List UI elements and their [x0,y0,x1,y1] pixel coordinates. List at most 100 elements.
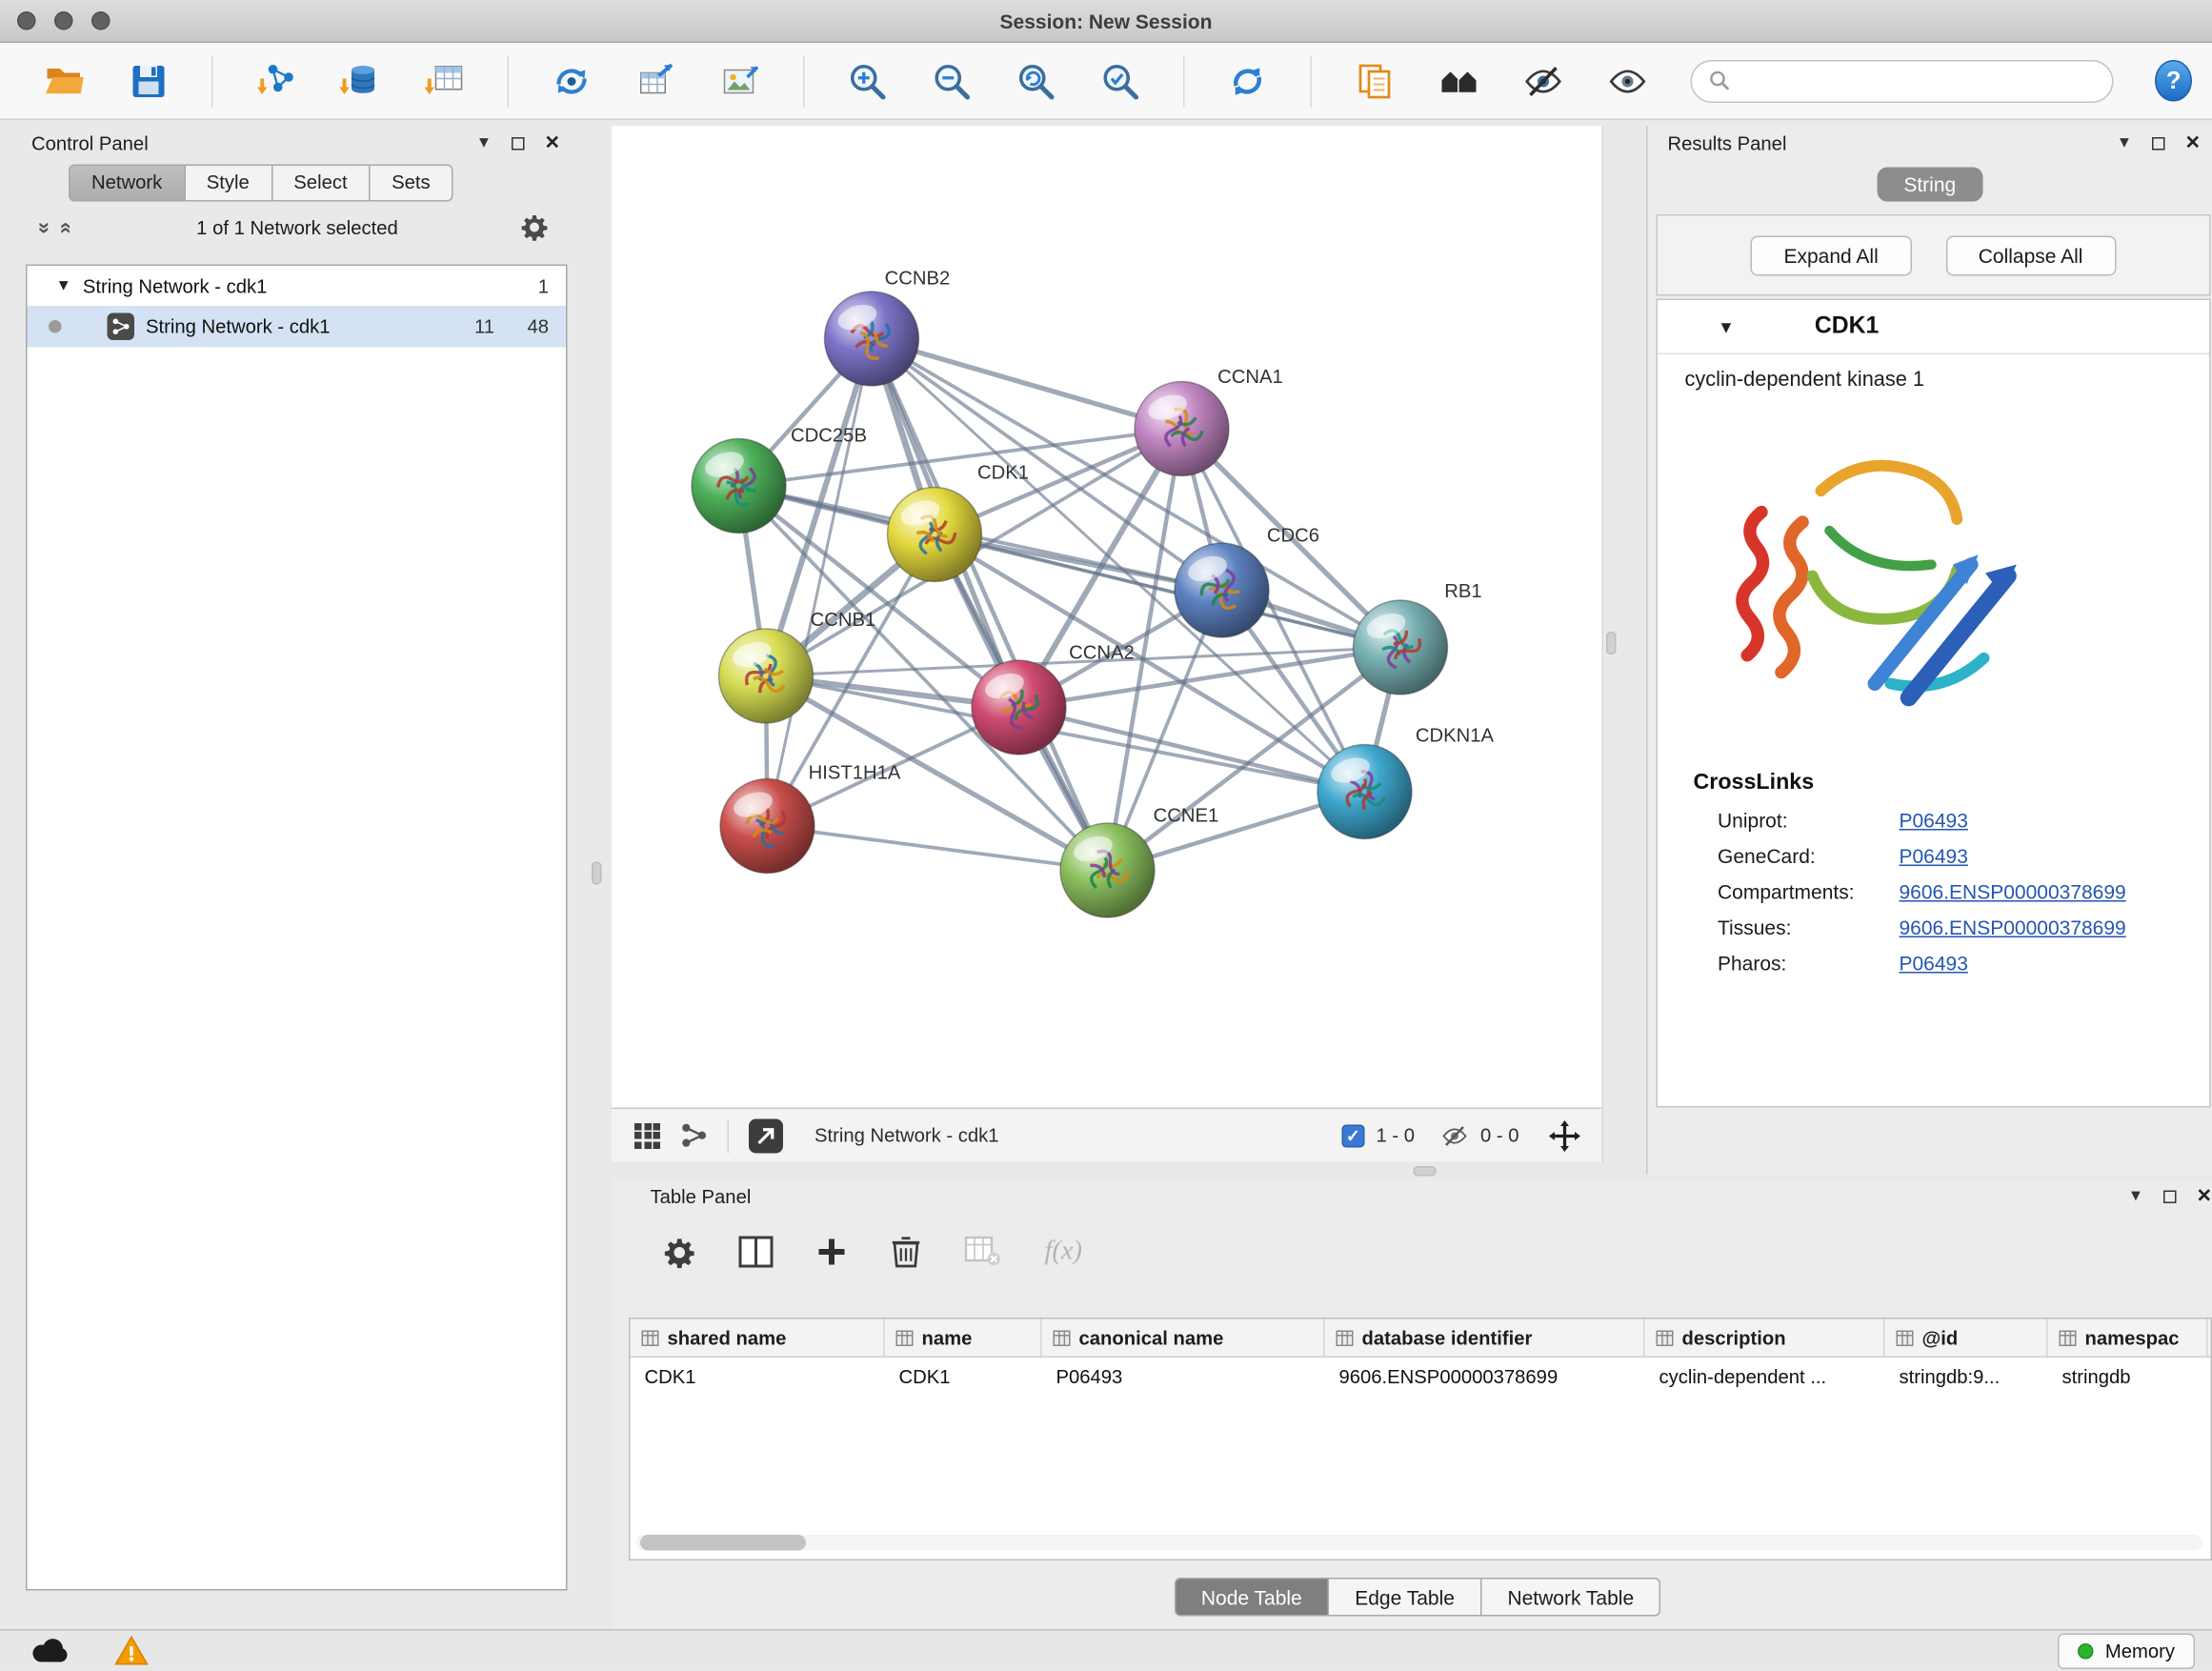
maximize-panel-icon[interactable] [2152,136,2165,150]
splitter-handle[interactable] [1606,632,1617,654]
network-node-ccnb1[interactable] [719,629,814,723]
network-node-ccnb2[interactable] [825,292,919,386]
network-node-ccne1[interactable] [1060,823,1155,917]
copy-button[interactable] [1354,59,1397,102]
network-node-cdc6[interactable] [1175,543,1269,637]
collapse-section-icon[interactable]: ▼ [1718,316,1735,336]
zoom-out-button[interactable] [931,59,974,102]
collapse-arrow-icon[interactable]: ▼ [56,277,71,294]
show-graphics-details-button[interactable] [1606,59,1649,102]
network-collection-row[interactable]: ▼ String Network - cdk1 1 [28,266,567,306]
help-button[interactable]: ? [2155,60,2192,102]
tab-edge-table[interactable]: Edge Table [1329,1578,1481,1617]
search-input[interactable] [1740,70,2095,92]
gene-header[interactable]: ▼ CDK1 [1658,300,2209,354]
selected-checkbox-icon[interactable]: ✓ [1341,1124,1364,1147]
import-network-file-button[interactable] [254,59,297,102]
scrollbar-thumb[interactable] [640,1535,806,1551]
zoom-window-button[interactable] [91,11,111,30]
fit-content-button[interactable] [1015,59,1057,102]
open-in-new-window-icon[interactable] [749,1118,783,1153]
column-header-description[interactable]: description [1645,1319,1885,1357]
edge-count: 48 [506,316,549,338]
zoom-selected-button[interactable] [1099,59,1142,102]
column-header-database-identifier[interactable]: database identifier [1325,1319,1645,1357]
column-header-namespac[interactable]: namespac [2048,1319,2208,1357]
save-session-button[interactable] [128,59,171,102]
delete-column-icon[interactable] [891,1235,922,1269]
column-header--id[interactable]: @id [1885,1319,2048,1357]
network-node-hist1h1a[interactable] [720,779,814,874]
search-box[interactable] [1691,59,2114,102]
crosslink-link[interactable]: 9606.ENSP00000378699 [1900,880,2126,903]
minimize-window-button[interactable] [54,11,73,30]
network-node-rb1[interactable] [1354,600,1448,695]
crosslink-link[interactable]: P06493 [1900,809,1968,832]
close-panel-icon[interactable]: ✕ [545,131,560,154]
splitter-handle[interactable] [592,862,602,885]
close-window-button[interactable] [17,11,36,30]
birds-eye-view-icon[interactable] [634,1122,660,1148]
column-header-name[interactable]: name [885,1319,1042,1357]
network-view[interactable]: CCNB2CCNA1CDC25BCDK1CDC6RB1CCNB1CCNA2CDK… [612,126,1603,1108]
application-window: Session: New Session ? Control [0,0,2212,1671]
float-panel-icon[interactable]: ▼ [2117,134,2132,151]
maximize-panel-icon[interactable] [512,136,525,150]
options-gear-icon[interactable] [520,213,549,242]
import-network-database-button[interactable] [339,59,382,102]
share-network-icon[interactable] [680,1122,708,1150]
network-canvas[interactable]: CCNB2CCNA1CDC25BCDK1CDC6RB1CCNB1CCNA2CDK… [612,126,1603,1108]
import-table-file-button[interactable] [423,59,466,102]
export-image-button[interactable] [719,59,762,102]
close-panel-icon[interactable]: ✕ [2197,1185,2212,1208]
tab-string[interactable]: String [1877,168,1983,202]
table-options-gear-icon[interactable] [663,1236,696,1269]
show-columns-icon[interactable] [739,1237,774,1268]
collapse-all-icon[interactable]: » [52,217,77,237]
maximize-panel-icon[interactable] [2163,1190,2177,1203]
network-node-cdk1[interactable] [888,488,982,582]
tab-node-table[interactable]: Node Table [1174,1578,1329,1617]
column-header-shared-name[interactable]: shared name [631,1319,885,1357]
hide-graphics-details-button[interactable] [1522,59,1565,102]
float-panel-icon[interactable]: ▼ [2128,1188,2143,1205]
table-cell: CDK1 [631,1358,885,1395]
network-node-ccna2[interactable] [972,660,1066,755]
network-node-cdc25b[interactable] [692,439,786,534]
add-column-icon[interactable] [816,1237,848,1268]
crosslink-link[interactable]: 9606.ENSP00000378699 [1900,916,2126,939]
crosslink-link[interactable]: P06493 [1900,845,1968,868]
collapse-all-button[interactable]: Collapse All [1945,235,2116,275]
expand-all-button[interactable]: Expand All [1751,235,1911,275]
open-session-button[interactable] [43,59,86,102]
warning-icon[interactable] [114,1635,149,1666]
float-panel-icon[interactable]: ▼ [476,134,492,151]
tab-style[interactable]: Style [185,165,272,202]
crosslink-link[interactable]: P06493 [1900,952,1968,975]
table-row[interactable]: CDK1CDK1P064939606.ENSP00000378699cyclin… [631,1358,2211,1395]
network-node-cdkn1a[interactable] [1317,745,1412,839]
close-panel-icon[interactable]: ✕ [2185,131,2201,154]
new-table-from-network-button[interactable] [634,59,677,102]
tab-sets[interactable]: Sets [371,165,453,202]
node-label-ccnb1: CCNB1 [811,610,876,631]
memory-button[interactable]: Memory [2058,1633,2195,1669]
splitter-handle[interactable] [1414,1166,1437,1177]
network-row[interactable]: String Network - cdk1 11 48 [28,306,567,348]
tab-select[interactable]: Select [272,165,371,202]
network-node-ccna1[interactable] [1135,382,1229,476]
crosslink-label: GeneCard: [1718,845,1900,868]
zoom-in-button[interactable] [846,59,889,102]
update-network-button[interactable] [551,59,593,102]
cloud-icon[interactable] [31,1638,69,1663]
horizontal-scrollbar[interactable] [636,1535,2202,1551]
window-title: Session: New Session [0,0,2212,43]
home-button[interactable] [1438,59,1480,102]
tab-network-table[interactable]: Network Table [1481,1578,1660,1617]
tab-network[interactable]: Network [69,165,185,202]
node-label-cdc25b: CDC25B [791,426,867,447]
pan-move-icon[interactable] [1548,1118,1582,1153]
refresh-view-button[interactable] [1226,59,1269,102]
network-tree: ▼ String Network - cdk1 1 String Network… [26,265,568,1591]
column-header-canonical-name[interactable]: canonical name [1042,1319,1325,1357]
